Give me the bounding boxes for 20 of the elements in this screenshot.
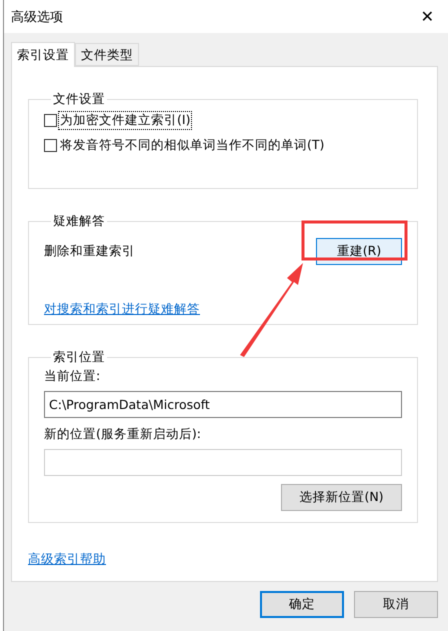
group-title: 疑难解答	[52, 213, 106, 230]
checkbox[interactable]	[44, 139, 57, 152]
ok-button[interactable]: 确定	[260, 591, 344, 618]
group-title: 索引位置	[52, 349, 106, 366]
field-label: 当前位置:	[44, 368, 102, 385]
checkbox[interactable]	[44, 114, 57, 127]
field-label: 新的位置(服务重新启动后):	[44, 426, 202, 443]
choose-location-button[interactable]: 选择新位置(N)	[281, 484, 402, 511]
group-title: 文件设置	[52, 91, 106, 108]
description-text: 删除和重建索引	[44, 243, 135, 260]
current-location-field[interactable]: C:\ProgramData\Microsoft	[44, 391, 402, 418]
tab[interactable]: 索引设置	[11, 42, 75, 67]
close-button[interactable]: ✕	[416, 7, 438, 26]
checkbox-label[interactable]: 将发音符号不同的相似单词当作不同的单词(T)	[59, 137, 326, 154]
cancel-button[interactable]: 取消	[354, 591, 438, 618]
window-title: 高级选项	[11, 8, 63, 26]
troubleshoot-link[interactable]: 对搜索和索引进行疑难解答	[44, 301, 200, 316]
help-link[interactable]: 高级索引帮助	[28, 551, 106, 566]
tab[interactable]: 文件类型	[75, 43, 139, 66]
checkbox-label[interactable]: 为加密文件建立索引(I)	[59, 112, 192, 129]
